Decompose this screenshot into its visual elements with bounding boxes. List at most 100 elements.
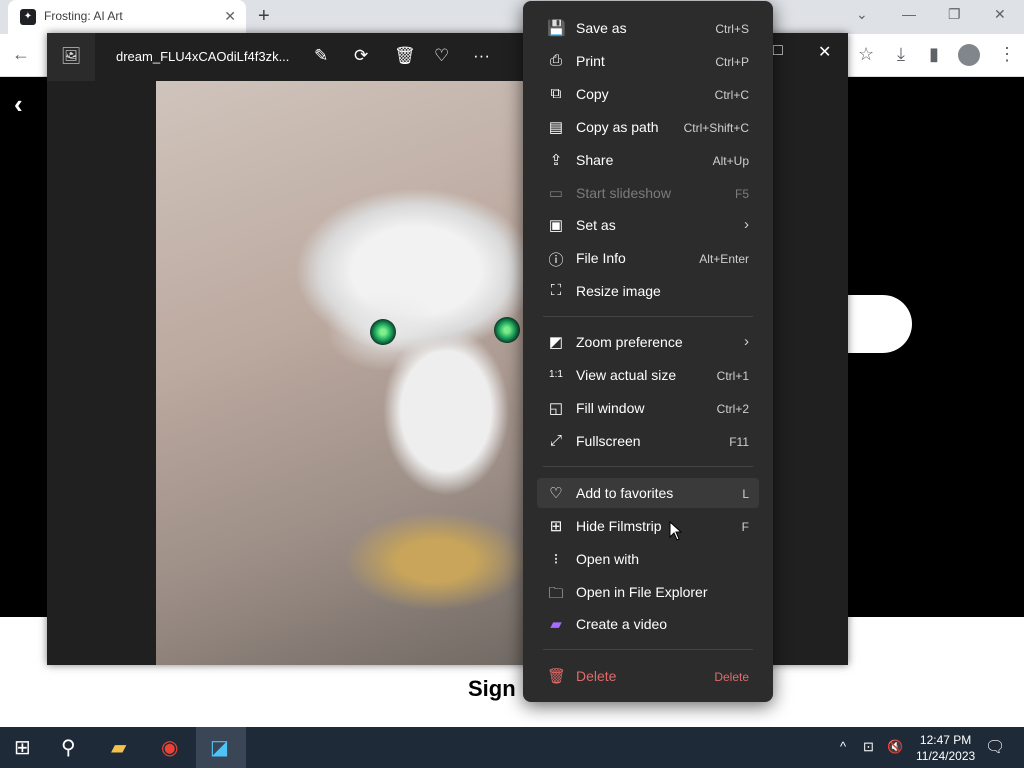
windows-start-icon[interactable]: ⊞ — [14, 735, 31, 760]
tab-search-icon[interactable]: ⌄ — [856, 6, 868, 23]
side-panel-icon[interactable]: ▮ — [929, 44, 939, 65]
restore-icon[interactable]: ❐ — [948, 6, 961, 23]
download-icon[interactable]: ⤓ — [897, 44, 905, 65]
menu-item-delete[interactable]: 🗑 Delete Delete — [537, 661, 759, 691]
menu-item-create-a-video[interactable]: ▰ Create a video — [537, 609, 759, 639]
menu-label: Print — [576, 53, 605, 69]
bookmark-star-icon[interactable]: ☆ — [858, 44, 874, 65]
menu-shortcut: F5 — [734, 187, 749, 201]
print-icon: ⎙ — [549, 52, 562, 69]
network-icon[interactable]: ⊡ — [863, 739, 874, 755]
rotate-icon[interactable]: ⟳ — [354, 46, 368, 66]
menu-shortcut: Ctrl+2 — [716, 402, 749, 416]
back-arrow-icon[interactable]: ← — [12, 44, 30, 65]
folder-icon: 🗀 — [548, 585, 564, 602]
maximize-icon[interactable]: □ — [773, 42, 783, 60]
menu-label: Hide Filmstrip — [576, 518, 662, 534]
filmstrip-icon: ⊞ — [549, 518, 563, 535]
tab-title: Frosting: AI Art — [44, 9, 123, 23]
menu-label: Delete — [576, 668, 617, 684]
more-options-icon[interactable]: ··· — [473, 46, 490, 66]
search-icon[interactable]: ⚲ — [61, 735, 76, 760]
minimize-icon[interactable]: — — [902, 6, 916, 22]
tab-close-icon[interactable]: ✕ — [224, 8, 236, 25]
clock-date: 11/24/2023 — [916, 749, 976, 763]
menu-shortcut: Delete — [714, 670, 749, 684]
menu-label: Set as — [576, 217, 616, 233]
menu-item-save-as[interactable]: 💾 Save as Ctrl+S — [537, 13, 759, 43]
menu-item-hide-filmstrip[interactable]: ⊞ Hide Filmstrip F — [537, 511, 759, 541]
mouse-cursor-icon — [669, 521, 683, 541]
volume-muted-icon[interactable]: 🔇 — [887, 739, 903, 755]
menu-shortcut: Ctrl+P — [715, 55, 749, 69]
menu-item-share[interactable]: ⇪ Share Alt+Up — [537, 145, 759, 175]
menu-label: Start slideshow — [576, 185, 671, 201]
clock-time: 12:47 PM — [919, 733, 972, 747]
menu-label: Fill window — [576, 400, 645, 416]
menu-item-file-info[interactable]: ⓘ File Info Alt+Enter — [537, 243, 759, 273]
menu-item-set-as[interactable]: ▣ Set as › — [537, 210, 759, 240]
tray-chevron-icon[interactable]: ^ — [840, 739, 846, 754]
save-icon: 💾 — [547, 20, 566, 37]
menu-label: Fullscreen — [576, 433, 641, 449]
menu-shortcut: Ctrl+Shift+C — [683, 121, 749, 135]
chrome-icon[interactable]: ◉ — [161, 735, 178, 760]
menu-label: Create a video — [576, 616, 668, 632]
file-explorer-icon[interactable]: ▰ — [111, 735, 126, 760]
menu-shortcut: Ctrl+1 — [716, 369, 749, 383]
menu-shortcut: F — [741, 520, 749, 534]
windows-taskbar: ⊞ ⚲ ▰ ◉ ◪ ^ ⊡ 🔇 12:47 PM 11/24/2023 🗨 — [0, 727, 1024, 768]
zoom-icon: ◩ — [548, 334, 564, 351]
menu-item-add-to-favorites[interactable]: ♡ Add to favorites L — [537, 478, 759, 508]
menu-label: File Info — [576, 250, 626, 266]
menu-item-resize-image[interactable]: ⛶ Resize image — [537, 276, 759, 306]
submenu-chevron-icon: › — [744, 333, 749, 350]
menu-label: Copy as path — [576, 119, 659, 135]
set-as-icon: ▣ — [548, 217, 564, 234]
menu-item-fill-window[interactable]: ◱ Fill window Ctrl+2 — [537, 393, 759, 423]
submenu-chevron-icon: › — [744, 216, 749, 233]
menu-label: Add to favorites — [576, 485, 674, 501]
menu-separator — [543, 316, 753, 317]
viewer-close-icon[interactable]: ✕ — [818, 42, 831, 62]
menu-item-open-with[interactable]: ⁝ Open with — [537, 544, 759, 574]
site-favicon-icon: ✦ — [20, 9, 36, 25]
photos-app-icon[interactable]: ◪ — [210, 735, 229, 760]
menu-item-zoom-preference[interactable]: ◩ Zoom preference › — [537, 327, 759, 357]
menu-item-copy[interactable]: ⧉ Copy Ctrl+C — [537, 79, 759, 109]
notifications-icon[interactable]: 🗨 — [985, 737, 1005, 757]
menu-label: View actual size — [576, 367, 677, 383]
menu-item-print[interactable]: ⎙ Print Ctrl+P — [537, 46, 759, 76]
menu-label: Copy — [576, 86, 609, 102]
system-clock[interactable]: 12:47 PM 11/24/2023 — [916, 732, 975, 764]
signup-heading: Sign — [468, 676, 516, 701]
favorite-heart-icon[interactable]: ♡ — [434, 46, 449, 66]
menu-item-copy-as-path[interactable]: ▤ Copy as path Ctrl+Shift+C — [537, 112, 759, 142]
menu-label: Save as — [576, 20, 627, 36]
actual-size-icon: 1:1 — [549, 369, 563, 380]
new-tab-button[interactable]: + — [258, 5, 270, 28]
fill-window-icon: ◱ — [548, 400, 564, 417]
menu-shortcut: L — [742, 487, 749, 501]
open-with-icon: ⁝ — [553, 551, 559, 568]
close-window-icon[interactable]: ✕ — [994, 6, 1006, 23]
edit-image-icon[interactable]: ✎ — [314, 46, 328, 66]
image-icon[interactable]: 🖼 — [47, 33, 95, 81]
browser-tab[interactable]: ✦ Frosting: AI Art ✕ — [8, 0, 246, 34]
menu-separator — [543, 466, 753, 467]
profile-avatar[interactable] — [958, 44, 980, 66]
delete-icon[interactable]: 🗑 — [394, 46, 416, 66]
more-menu-icon[interactable]: ⋮ — [998, 44, 1016, 65]
menu-shortcut: Alt+Up — [712, 154, 749, 168]
browser-tabstrip: ✦ Frosting: AI Art ✕ + ⌄ — ❐ ✕ — [0, 0, 1024, 34]
menu-item-fullscreen[interactable]: ⤢ Fullscreen F11 — [537, 426, 759, 456]
menu-item-start-slideshow: ▭ Start slideshow F5 — [537, 178, 759, 208]
menu-item-view-actual-size[interactable]: 1:1 View actual size Ctrl+1 — [537, 360, 759, 390]
page-back-chevron-icon[interactable]: ‹ — [14, 89, 23, 120]
displayed-photo[interactable] — [156, 81, 576, 665]
share-icon: ⇪ — [549, 152, 563, 169]
copy-path-icon: ▤ — [548, 119, 564, 136]
menu-separator — [543, 649, 753, 650]
menu-item-open-in-file-explorer[interactable]: 🗀 Open in File Explorer — [537, 577, 759, 607]
slideshow-icon: ▭ — [548, 185, 564, 202]
